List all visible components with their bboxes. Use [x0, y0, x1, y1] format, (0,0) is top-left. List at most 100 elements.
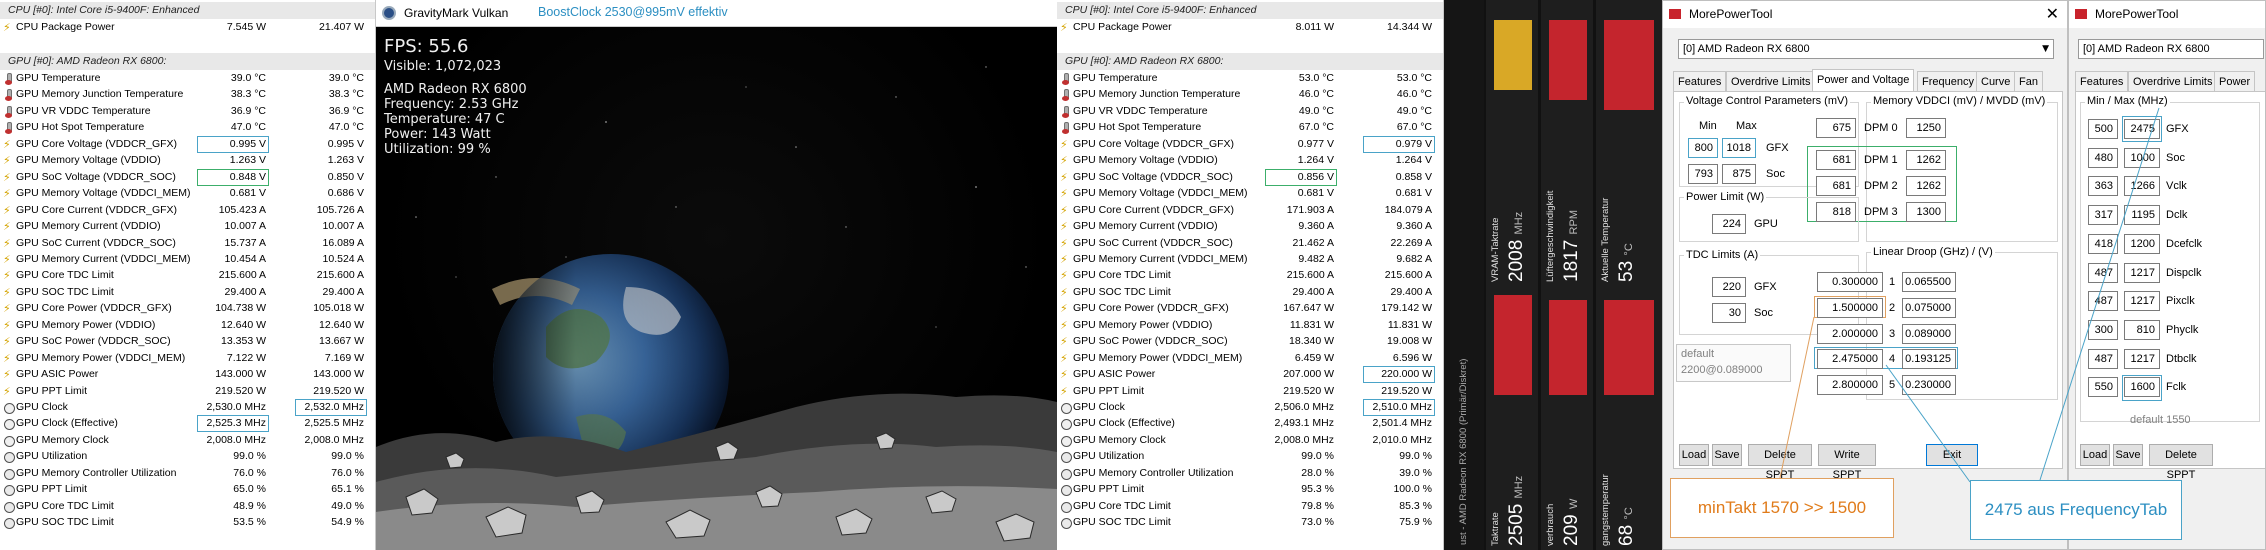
- freq-min-input[interactable]: 487: [2088, 262, 2118, 283]
- memory-vddci-input[interactable]: 675: [1816, 118, 1856, 138]
- freq-max-input[interactable]: 1266: [2124, 176, 2160, 197]
- sensor-row[interactable]: GPU Hot Spot Temperature 67.0 °C 67.0 °C: [1057, 119, 1443, 136]
- gfx-max-voltage-input[interactable]: 1018: [1722, 138, 1756, 158]
- tab-fan[interactable]: Fan: [2014, 71, 2043, 92]
- sensor-row[interactable]: GPU Core Voltage (VDDCR_GFX) 0.995 V 0.995…: [0, 135, 375, 153]
- sensor-row[interactable]: GPU SoC Voltage (VDDCR_SOC) 0.848 V 0.850 …: [0, 168, 375, 186]
- load-button[interactable]: Load: [1679, 444, 1709, 466]
- save-button-2[interactable]: Save: [2113, 444, 2143, 466]
- droop-voltage-input[interactable]: 0.065500: [1902, 272, 1956, 292]
- exit-button[interactable]: Exit: [1926, 444, 1978, 466]
- tab-power-and-voltage[interactable]: Power and Voltage: [1812, 69, 1915, 92]
- cpu-header-row[interactable]: CPU [#0]: Intel Core i5-9400F: Enhanced: [0, 2, 375, 19]
- sensor-row[interactable]: GPU Memory Voltage (VDDIO) 1.264 V 1.264 V: [1057, 152, 1443, 169]
- sensor-row[interactable]: GPU Memory Voltage (VDDCI_MEM) 0.681 V 0.6…: [1057, 185, 1443, 202]
- sensor-row[interactable]: GPU Memory Voltage (VDDCI_MEM) 0.681 V 0.6…: [0, 185, 375, 202]
- sensor-row[interactable]: GPU SOC TDC Limit 29.400 A 29.400 A: [1057, 284, 1443, 301]
- freq-max-input[interactable]: 1195: [2124, 205, 2160, 226]
- sensor-row[interactable]: GPU Memory Power (VDDIO) 12.640 W 12.640 W: [0, 317, 375, 334]
- tab-frequency[interactable]: Frequency: [1917, 71, 1979, 92]
- save-button[interactable]: Save: [1712, 444, 1742, 466]
- gfx-min-voltage-input[interactable]: 800: [1688, 138, 1718, 158]
- sensor-row[interactable]: GPU PPT Limit 65.0 % 65.1 %: [0, 481, 375, 498]
- sensor-row[interactable]: GPU SoC Current (VDDCR_SOC) 21.462 A 22.26…: [1057, 235, 1443, 252]
- sensor-row[interactable]: GPU SOC TDC Limit 29.400 A 29.400 A: [0, 284, 375, 301]
- droop-frequency-input[interactable]: 2.475000: [1817, 349, 1883, 369]
- sensor-row[interactable]: GPU Memory Current (VDDIO) 9.360 A 9.360 A: [1057, 218, 1443, 235]
- droop-frequency-input[interactable]: 2.000000: [1817, 324, 1883, 344]
- droop-voltage-input[interactable]: 0.230000: [1902, 375, 1956, 395]
- freq-max-input[interactable]: 1600: [2124, 377, 2160, 398]
- delete-sppt-button-2[interactable]: Delete SPPT: [2149, 444, 2213, 481]
- sensor-row[interactable]: GPU Memory Controller Utilization 76.0 % 7…: [0, 465, 375, 482]
- load-button-2[interactable]: Load: [2080, 444, 2110, 466]
- sensor-row[interactable]: GPU Core Current (VDDCR_GFX) 171.903 A 184…: [1057, 202, 1443, 219]
- sensor-row[interactable]: GPU Clock (Effective) 2,525.3 MHz 2,525.5 …: [0, 415, 375, 433]
- sensor-row[interactable]: GPU Utilization 99.0 % 99.0 %: [1057, 448, 1443, 465]
- sensor-row[interactable]: GPU Memory Junction Temperature 38.3 °C 38…: [0, 86, 375, 103]
- delete-sppt-button[interactable]: Delete SPPT: [1748, 444, 1812, 481]
- freq-max-input[interactable]: 810: [2124, 319, 2160, 340]
- sensor-row[interactable]: GPU Core TDC Limit 215.600 A 215.600 A: [0, 267, 375, 284]
- sensor-row[interactable]: GPU SoC Power (VDDCR_SOC) 18.340 W 19.008 …: [1057, 333, 1443, 350]
- freq-max-input[interactable]: 1200: [2124, 233, 2160, 254]
- sensor-row[interactable]: GPU Core TDC Limit 215.600 A 215.600 A: [1057, 267, 1443, 284]
- sensor-row[interactable]: GPU Core Power (VDDCR_GFX) 167.647 W 179.1…: [1057, 300, 1443, 317]
- freq-min-input[interactable]: 480: [2088, 147, 2118, 168]
- sensor-row[interactable]: GPU Core Voltage (VDDCR_GFX) 0.977 V 0.979…: [1057, 135, 1443, 153]
- sensor-row[interactable]: GPU PPT Limit 219.520 W 219.520 W: [0, 383, 375, 400]
- write-sppt-button[interactable]: Write SPPT: [1818, 444, 1876, 481]
- freq-min-input[interactable]: 363: [2088, 176, 2118, 197]
- sensor-row[interactable]: GPU Memory Current (VDDCI_MEM) 9.482 A 9.6…: [1057, 251, 1443, 268]
- freq-min-input[interactable]: 418: [2088, 233, 2118, 254]
- sensor-row[interactable]: GPU SOC TDC Limit 73.0 % 75.9 %: [1057, 514, 1443, 531]
- freq-max-input[interactable]: 1217: [2124, 348, 2160, 369]
- sensor-row[interactable]: GPU Core TDC Limit 48.9 % 49.0 %: [0, 498, 375, 515]
- sensor-row[interactable]: GPU PPT Limit 219.520 W 219.520 W: [1057, 383, 1443, 400]
- close-icon[interactable]: ✕: [2046, 4, 2059, 23]
- freq-min-input[interactable]: 550: [2088, 377, 2118, 398]
- sensor-row[interactable]: GPU Core TDC Limit 79.8 % 85.3 %: [1057, 498, 1443, 515]
- sensor-row[interactable]: GPU Temperature 53.0 °C 53.0 °C: [1057, 70, 1443, 87]
- sensor-row[interactable]: GPU Hot Spot Temperature 47.0 °C 47.0 °C: [0, 119, 375, 136]
- memory-mvdd-input[interactable]: 1300: [1906, 202, 1946, 222]
- tab-curve[interactable]: Curve: [1976, 71, 2016, 92]
- droop-frequency-input[interactable]: 2.800000: [1817, 375, 1883, 395]
- sensor-row[interactable]: GPU Memory Current (VDDIO) 10.007 A 10.007…: [0, 218, 375, 235]
- tab2-power[interactable]: Power: [2214, 71, 2256, 92]
- freq-max-input[interactable]: 1000: [2124, 147, 2160, 168]
- tab-overdrive-limits[interactable]: Overdrive Limits: [1726, 71, 1816, 92]
- sensor-row[interactable]: GPU Memory Junction Temperature 46.0 °C 46…: [1057, 86, 1443, 103]
- freq-max-input[interactable]: 2475: [2124, 119, 2160, 139]
- droop-frequency-input[interactable]: 0.300000: [1817, 272, 1883, 292]
- tab-features[interactable]: Features: [1673, 71, 1727, 92]
- sensor-row[interactable]: GPU Memory Current (VDDCI_MEM) 10.454 A 10…: [0, 251, 375, 268]
- sensor-row[interactable]: GPU SoC Current (VDDCR_SOC) 15.737 A 16.08…: [0, 235, 375, 252]
- sensor-row[interactable]: GPU SoC Voltage (VDDCR_SOC) 0.856 V 0.858 …: [1057, 168, 1443, 186]
- sensor-row[interactable]: GPU Memory Power (VDDCI_MEM) 6.459 W 6.596…: [1057, 350, 1443, 367]
- sensor-row[interactable]: GPU Utilization 99.0 % 99.0 %: [0, 448, 375, 465]
- cpu-header-row[interactable]: CPU [#0]: Intel Core i5-9400F: Enhanced: [1057, 2, 1443, 19]
- sensor-row[interactable]: GPU Memory Power (VDDIO) 11.831 W 11.831 W: [1057, 317, 1443, 334]
- sensor-row[interactable]: CPU Package Power 7.545 W 21.407 W: [0, 19, 375, 36]
- droop-voltage-input[interactable]: 0.075000: [1902, 298, 1956, 318]
- sensor-row[interactable]: GPU Memory Clock 2,008.0 MHz 2,008.0 MHz: [0, 432, 375, 449]
- sensor-row[interactable]: GPU ASIC Power 207.000 W 220.000 W: [1057, 366, 1443, 384]
- gpu-header-row[interactable]: GPU [#0]: AMD Radeon RX 6800:: [0, 53, 375, 70]
- sensor-row[interactable]: GPU Core Current (VDDCR_GFX) 105.423 A 105…: [0, 202, 375, 219]
- freq-min-input[interactable]: 487: [2088, 348, 2118, 369]
- sensor-row[interactable]: GPU PPT Limit 95.3 % 100.0 %: [1057, 481, 1443, 498]
- device-select[interactable]: [0] AMD Radeon RX 6800 ▼: [1678, 39, 2054, 59]
- sensor-row[interactable]: GPU Clock 2,506.0 MHz 2,510.0 MHz: [1057, 399, 1443, 416]
- memory-vddci-input[interactable]: 681: [1816, 150, 1856, 170]
- sensor-row[interactable]: GPU VR VDDC Temperature 49.0 °C 49.0 °C: [1057, 103, 1443, 120]
- soc-min-voltage-input[interactable]: 793: [1688, 164, 1718, 184]
- sensor-row[interactable]: GPU Memory Voltage (VDDIO) 1.263 V 1.263 V: [0, 152, 375, 169]
- droop-voltage-input[interactable]: 0.193125: [1902, 349, 1956, 369]
- sensor-row[interactable]: CPU Package Power 8.011 W 14.344 W: [1057, 19, 1443, 36]
- tdc-gfx-input[interactable]: 220: [1712, 277, 1746, 297]
- freq-max-input[interactable]: 1217: [2124, 262, 2160, 283]
- sensor-row[interactable]: GPU Core Power (VDDCR_GFX) 104.738 W 105.0…: [0, 300, 375, 317]
- freq-min-input[interactable]: 317: [2088, 205, 2118, 226]
- sensor-row[interactable]: GPU Clock 2,530.0 MHz 2,532.0 MHz: [0, 399, 375, 416]
